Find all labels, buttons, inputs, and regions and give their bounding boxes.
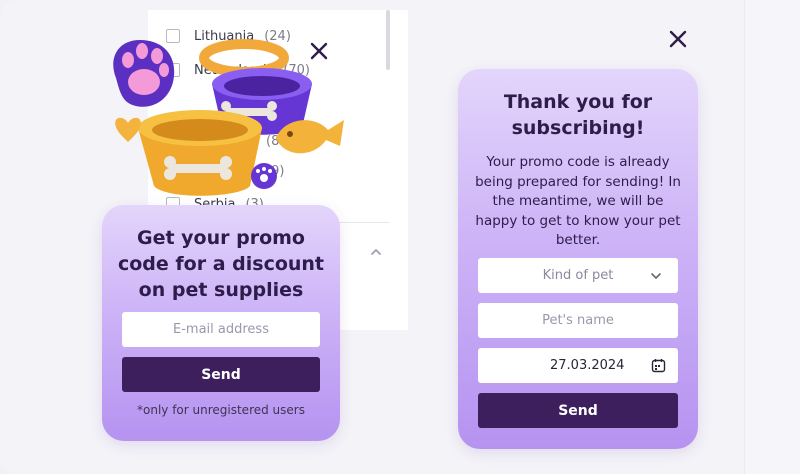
kind-of-pet-select[interactable]: Kind of pet <box>478 258 678 293</box>
paw-badge-icon <box>251 163 277 189</box>
calendar-icon[interactable] <box>651 358 666 373</box>
date-input[interactable]: 27.03.2024 <box>478 348 678 383</box>
popup-description: Your promo code is already being prepare… <box>475 154 681 248</box>
promo-subscribe-popup: Get your promo code for a discount on pe… <box>102 205 340 441</box>
select-label: Kind of pet <box>542 268 614 283</box>
filter-scrollbar[interactable] <box>386 10 390 70</box>
send-button[interactable]: Send <box>122 357 320 392</box>
email-input[interactable] <box>122 312 320 347</box>
date-value: 27.03.2024 <box>550 358 625 373</box>
paw-plush-icon <box>113 40 175 107</box>
close-icon[interactable] <box>308 40 330 62</box>
page-edge <box>744 0 800 474</box>
thank-you-popup: Thank you for subscribing! Your promo co… <box>458 69 698 449</box>
chevron-up-icon[interactable] <box>370 246 382 258</box>
close-icon[interactable] <box>667 28 689 50</box>
pet-name-input[interactable] <box>478 303 678 338</box>
heart-tag-icon <box>115 117 141 142</box>
send-button[interactable]: Send <box>478 393 678 428</box>
popup-title: Thank you for subscribing! <box>503 91 653 139</box>
yellow-bowl-icon <box>138 110 262 196</box>
popup-note: *only for unregistered users <box>137 403 305 417</box>
popup-title: Get your promo code for a discount on pe… <box>117 227 325 301</box>
chevron-down-icon <box>651 273 661 280</box>
